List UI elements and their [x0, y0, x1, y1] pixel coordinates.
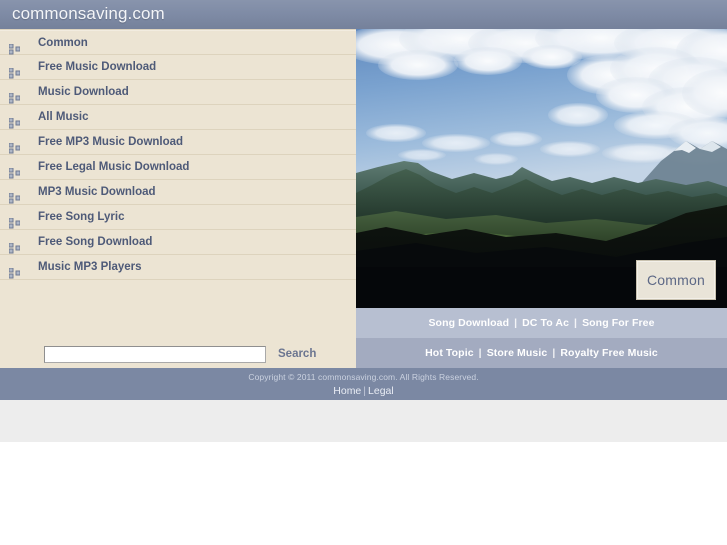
hero-badge[interactable]: Common [636, 260, 716, 300]
below-page-gray-band [0, 400, 727, 442]
site-header: commonsaving.com [0, 0, 727, 29]
list-bullet-icon [8, 62, 21, 79]
sidebar-item-free-music-download[interactable]: Free Music Download [0, 55, 356, 80]
link-bar-row-2: Hot Topic | Store Music | Royalty Free Music [356, 338, 727, 368]
footer-link-hot-topic[interactable]: Hot Topic [425, 347, 474, 359]
sidebar-nav-list: Common Free Music Download Music Download A… [0, 30, 356, 280]
sidebar-item-label: Free Music Download [38, 61, 157, 73]
link-separator: | [552, 347, 556, 359]
sidebar-item-common[interactable]: Common [0, 30, 356, 55]
sidebar-item-music-download[interactable]: Music Download [0, 80, 356, 105]
sidebar-item-label: Free MP3 Music Download [38, 136, 184, 148]
footer-nav-legal[interactable]: Legal [368, 385, 394, 397]
sidebar-item-label: Music Download [38, 86, 129, 98]
sidebar-item-mp3-music-download[interactable]: MP3 Music Download [0, 180, 356, 205]
sidebar: Common Free Music Download Music Download A… [0, 29, 356, 369]
search-area: Search [0, 308, 356, 369]
footer-link-song-download[interactable]: Song Download [428, 317, 509, 329]
link-separator: | [478, 347, 482, 359]
footer-link-dc-to-ac[interactable]: DC To Ac [522, 317, 569, 329]
footer-link-store-music[interactable]: Store Music [487, 347, 548, 359]
page-root: commonsaving.com Common Free Music Downlo… [0, 0, 727, 442]
list-bullet-icon [8, 162, 21, 179]
list-bullet-icon [8, 212, 21, 229]
sidebar-item-free-legal-music-download[interactable]: Free Legal Music Download [0, 155, 356, 180]
sidebar-item-label: Free Legal Music Download [38, 161, 190, 173]
sidebar-item-label: MP3 Music Download [38, 186, 156, 198]
link-separator: | [514, 317, 518, 329]
list-bullet-icon [8, 187, 21, 204]
list-bullet-icon [8, 137, 21, 154]
search-button[interactable]: Search [278, 346, 316, 363]
sidebar-item-free-song-download[interactable]: Free Song Download [0, 230, 356, 255]
sidebar-item-label: All Music [38, 111, 89, 123]
list-bullet-icon [8, 38, 21, 55]
list-bullet-icon [8, 87, 21, 104]
footer-link-royalty-free-music[interactable]: Royalty Free Music [560, 347, 658, 359]
footer-nav-home[interactable]: Home [333, 385, 361, 397]
sidebar-item-label: Common [38, 37, 88, 49]
link-separator: | [574, 317, 578, 329]
list-bullet-icon [8, 112, 21, 129]
hero-image: Common [356, 29, 727, 308]
list-bullet-icon [8, 262, 21, 279]
footer-link-separator: | [363, 385, 367, 397]
search-input[interactable] [44, 346, 266, 363]
list-bullet-icon [8, 237, 21, 254]
footer-links: Home | Legal [0, 385, 727, 397]
sidebar-item-label: Free Song Lyric [38, 211, 125, 223]
sidebar-item-free-mp3-music-download[interactable]: Free MP3 Music Download [0, 130, 356, 155]
footer-link-song-for-free[interactable]: Song For Free [582, 317, 654, 329]
blank-white-area [0, 442, 727, 545]
page-title: commonsaving.com [12, 4, 165, 23]
sidebar-item-label: Free Song Download [38, 236, 153, 248]
sidebar-item-music-mp3-players[interactable]: Music MP3 Players [0, 255, 356, 280]
sidebar-item-free-song-lyric[interactable]: Free Song Lyric [0, 205, 356, 230]
site-footer: Copyright © 2011 commonsaving.com. All R… [0, 368, 727, 400]
sidebar-item-all-music[interactable]: All Music [0, 105, 356, 130]
sidebar-item-label: Music MP3 Players [38, 261, 142, 273]
copyright-text: Copyright © 2011 commonsaving.com. All R… [248, 372, 479, 382]
link-bar-row-1: Song Download | DC To Ac | Song For Free [356, 308, 727, 338]
